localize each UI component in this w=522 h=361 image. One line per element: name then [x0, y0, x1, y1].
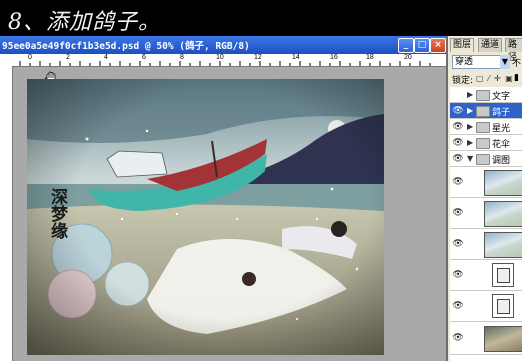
- layers-panel: 图层 通道 路径 穿透 ▼ 不 锁定: ▢ ⁄ ✛ ▣ ▮ ▶ 文字 👁 ▶ 鸽…: [446, 36, 522, 361]
- ruler-number: 18: [366, 54, 374, 61]
- layer-thumbnail: [484, 170, 522, 196]
- visibility-toggle[interactable]: [452, 89, 464, 101]
- chevron-right-icon[interactable]: ▶: [467, 122, 473, 131]
- tutorial-caption-bar: 8、添加鸽子。: [0, 0, 522, 36]
- eye-icon[interactable]: 👁: [452, 269, 464, 281]
- layer-row[interactable]: 👁 ▼ 调图: [450, 151, 522, 167]
- ruler-number: 4: [104, 54, 108, 61]
- layer-name: 调图: [492, 156, 511, 166]
- eye-icon[interactable]: 👁: [452, 105, 464, 117]
- eye-icon[interactable]: 👁: [452, 176, 464, 188]
- ruler-number: 16: [330, 54, 338, 61]
- eye-icon[interactable]: 👁: [452, 121, 464, 133]
- adjustment-layer-icon: [492, 294, 514, 318]
- adjustment-layer-icon: [492, 263, 514, 287]
- horizontal-ruler[interactable]: 0 2 4 6 8 10 12 14 16 18 20: [0, 54, 446, 67]
- layers-list: ▶ 文字 👁 ▶ 鸽子 👁 ▶ 星光 👁 ▶ 花伞 👁 ▼ 调图 👁 👁 👁 👁…: [450, 87, 522, 361]
- layer-row[interactable]: 👁 ▶ 星光: [450, 119, 522, 135]
- chevron-right-icon[interactable]: ▶: [467, 138, 473, 147]
- folder-icon: [476, 122, 490, 133]
- eye-icon[interactable]: 👁: [452, 300, 464, 312]
- panel-tabs: 图层 通道 路径: [448, 38, 522, 63]
- layer-row[interactable]: ▶ 文字: [450, 87, 522, 103]
- chevron-right-icon[interactable]: ▶: [467, 90, 473, 99]
- maximize-button[interactable]: □: [414, 38, 430, 53]
- layer-name: 花伞: [492, 140, 511, 150]
- layer-row[interactable]: 👁: [450, 322, 522, 355]
- layer-thumbnail: [484, 232, 522, 258]
- folder-icon: [476, 154, 490, 165]
- eye-icon[interactable]: 👁: [452, 238, 464, 250]
- layer-name: 鸽子: [492, 108, 511, 118]
- layer-row[interactable]: 👁: [450, 291, 522, 322]
- calligraphy-text: 深梦缘: [47, 188, 67, 239]
- folder-icon: [476, 90, 490, 101]
- tab-channels[interactable]: 通道: [478, 38, 503, 52]
- close-button[interactable]: ×: [430, 38, 446, 53]
- lock-label: 锁定:: [452, 76, 474, 86]
- ruler-number: 0: [28, 54, 32, 61]
- layer-row[interactable]: 👁 ▶ 花伞: [450, 135, 522, 151]
- layer-thumbnail: [484, 326, 522, 352]
- ruler-number: 20: [404, 54, 412, 61]
- minimize-button[interactable]: _: [398, 38, 414, 53]
- ruler-number: 2: [66, 54, 70, 61]
- tab-paths[interactable]: 路径: [505, 38, 522, 63]
- tab-layers[interactable]: 图层: [450, 38, 475, 52]
- chevron-down-icon[interactable]: ▼: [500, 55, 510, 69]
- folder-icon: [476, 106, 490, 117]
- tutorial-step-caption: 8、添加鸽子。: [8, 10, 161, 35]
- ruler-number: 10: [216, 54, 224, 61]
- ruler-number: 14: [292, 54, 300, 61]
- layer-name: 星光: [492, 124, 511, 134]
- canvas-photo[interactable]: 深梦缘: [27, 79, 384, 355]
- ruler-number: 12: [254, 54, 262, 61]
- document-titlebar[interactable]: 95ee0a5e49f0cf1b3e5d.psd @ 50% (鸽子, RGB/…: [0, 36, 446, 54]
- eye-icon[interactable]: 👁: [452, 207, 464, 219]
- eye-icon[interactable]: 👁: [452, 137, 464, 149]
- opacity-label: 不: [512, 59, 522, 69]
- chevron-right-icon[interactable]: ▶: [467, 106, 473, 115]
- photo-calligraphy: 深梦缘: [29, 79, 384, 354]
- chevron-down-icon[interactable]: ▼: [467, 154, 473, 163]
- layer-thumbnail: [484, 201, 522, 227]
- layer-row[interactable]: 👁: [450, 229, 522, 260]
- layer-row[interactable]: 👁: [450, 198, 522, 229]
- layer-row[interactable]: 👁: [450, 167, 522, 198]
- ruler-number: 6: [142, 54, 146, 61]
- layer-row[interactable]: 👁: [450, 260, 522, 291]
- layer-row-selected[interactable]: 👁 ▶ 鸽子: [450, 103, 522, 119]
- eye-icon[interactable]: 👁: [452, 153, 464, 165]
- lock-options-icons[interactable]: ▢ ⁄ ✛ ▣: [476, 74, 514, 83]
- eye-icon[interactable]: 👁: [452, 332, 464, 344]
- vertical-ruler[interactable]: [0, 66, 13, 361]
- fill-label: ▮: [514, 73, 519, 83]
- folder-icon: [476, 138, 490, 149]
- layer-name: 文字: [492, 92, 511, 102]
- ruler-number: 8: [180, 54, 184, 61]
- document-title: 95ee0a5e49f0cf1b3e5d.psd @ 50% (鸽子, RGB/…: [2, 41, 250, 52]
